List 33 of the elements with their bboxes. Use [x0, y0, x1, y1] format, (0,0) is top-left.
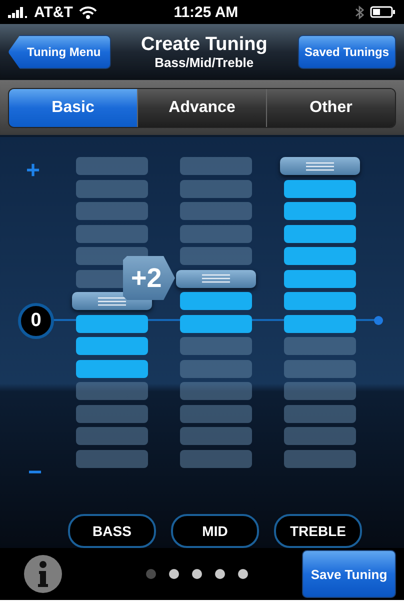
- slider-handle[interactable]: [176, 270, 256, 288]
- page-dot[interactable]: [146, 569, 156, 579]
- page-dot[interactable]: [215, 569, 225, 579]
- bluetooth-icon: [355, 4, 364, 20]
- saved-tunings-button[interactable]: Saved Tunings: [298, 35, 396, 69]
- save-tuning-button[interactable]: Save Tuning: [302, 550, 396, 598]
- grip-icon: [306, 162, 334, 170]
- band-label: BASS: [68, 514, 156, 548]
- grip-icon: [202, 274, 230, 283]
- battery-icon: [370, 6, 396, 18]
- minus-label: −: [28, 463, 42, 483]
- band-label: MID: [171, 514, 259, 548]
- value-badge: +2: [123, 256, 175, 300]
- page-dot[interactable]: [192, 569, 202, 579]
- carrier-name: AT&T: [34, 4, 73, 20]
- segment-tab[interactable]: Other: [266, 88, 395, 126]
- screen-subtitle: Bass/Mid/Treble: [154, 54, 254, 70]
- segment-tab[interactable]: Basic: [9, 88, 137, 126]
- page-dot[interactable]: [238, 569, 248, 579]
- zero-label: 0: [18, 303, 54, 339]
- status-time: 11:25 AM: [172, 4, 240, 20]
- slider-handle[interactable]: [280, 157, 360, 175]
- plus-label: +: [26, 161, 40, 181]
- screen-title: Create Tuning: [140, 34, 268, 54]
- segment-tab[interactable]: Advance: [137, 88, 266, 126]
- wifi-icon: [78, 6, 97, 18]
- signal-icon: [8, 6, 28, 18]
- back-button[interactable]: Tuning Menu: [8, 35, 111, 69]
- info-icon[interactable]: [24, 555, 62, 593]
- grip-icon: [98, 296, 126, 306]
- page-dot[interactable]: [169, 569, 179, 579]
- band-label: TREBLE: [274, 514, 362, 548]
- line-end-dot: [374, 316, 383, 325]
